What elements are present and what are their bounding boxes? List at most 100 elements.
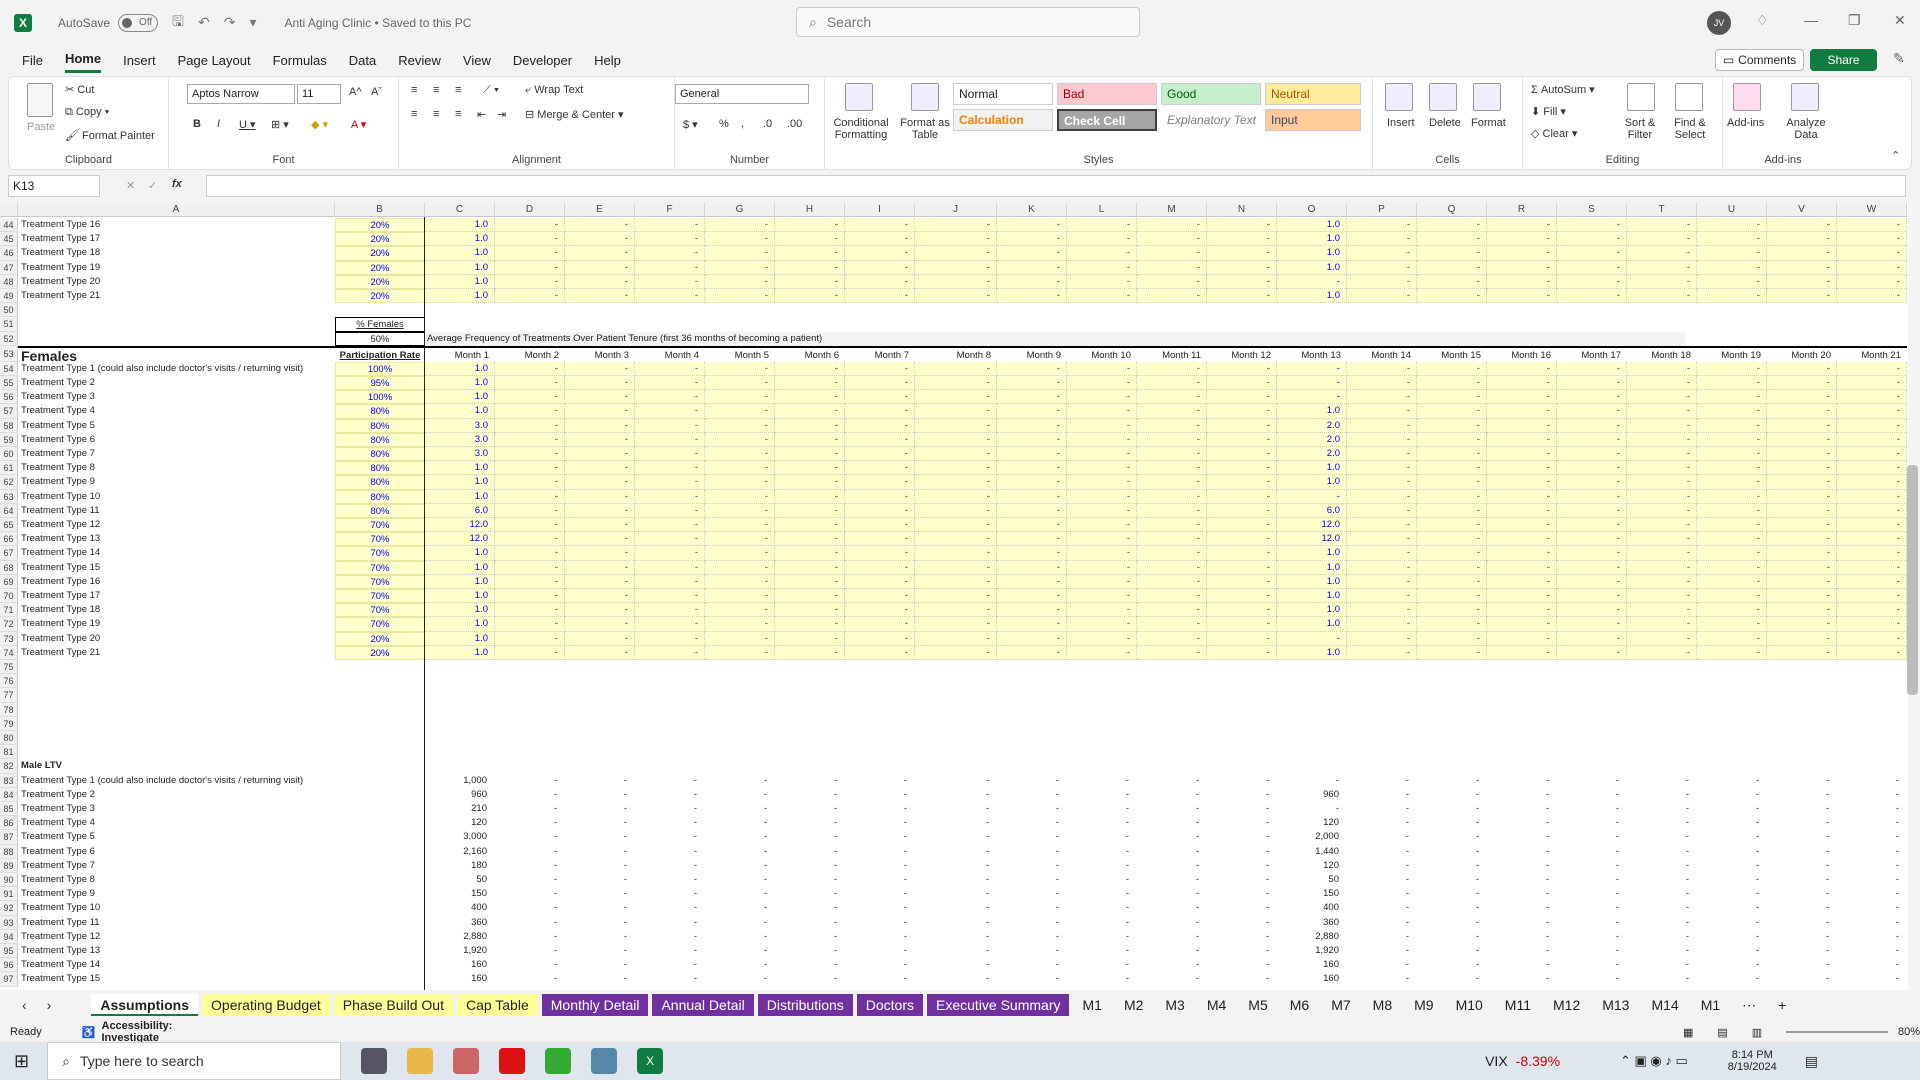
frequency-cell[interactable]: 1.0 — [425, 574, 495, 589]
frequency-cell[interactable]: - — [1067, 289, 1137, 304]
frequency-cell[interactable]: - — [915, 475, 997, 490]
ltv-cell[interactable]: - — [915, 944, 997, 958]
frequency-cell[interactable]: - — [997, 589, 1067, 604]
ltv-cell[interactable]: - — [1417, 887, 1487, 901]
frequency-cell[interactable]: - — [495, 418, 565, 433]
frequency-cell[interactable]: - — [705, 246, 775, 261]
frequency-cell[interactable]: - — [775, 361, 845, 376]
ltv-cell[interactable]: 160 — [425, 958, 495, 972]
column-header[interactable]: W — [1837, 203, 1907, 217]
frequency-cell[interactable]: - — [1417, 560, 1487, 575]
ltv-cell[interactable]: - — [1767, 930, 1837, 944]
treatment-name[interactable]: Treatment Type 2 — [18, 376, 335, 390]
ltv-cell[interactable]: - — [1767, 788, 1837, 802]
treatment-name[interactable]: Treatment Type 18 — [18, 603, 335, 617]
participation-rate[interactable]: 20% — [335, 289, 425, 304]
frequency-cell[interactable]: - — [775, 589, 845, 604]
treatment-name[interactable]: Treatment Type 13 — [18, 532, 335, 546]
frequency-cell[interactable]: - — [1347, 432, 1417, 447]
frequency-cell[interactable]: 1.0 — [425, 232, 495, 247]
frequency-cell[interactable]: - — [1557, 376, 1627, 391]
frequency-cell[interactable]: - — [1137, 560, 1207, 575]
frequency-cell[interactable]: - — [1067, 390, 1137, 405]
treatment-name[interactable]: Treatment Type 14 — [18, 958, 335, 972]
frequency-cell[interactable]: - — [1067, 361, 1137, 376]
row-header[interactable]: 60 — [0, 447, 18, 462]
frequency-cell[interactable]: - — [915, 617, 997, 632]
frequency-cell[interactable]: - — [997, 218, 1067, 233]
row-header[interactable]: 47 — [0, 260, 18, 275]
ltv-cell[interactable]: - — [1487, 845, 1557, 859]
frequency-cell[interactable]: - — [915, 589, 997, 604]
frequency-cell[interactable]: - — [495, 518, 565, 533]
frequency-cell[interactable]: - — [1487, 218, 1557, 233]
frequency-cell[interactable]: - — [1347, 560, 1417, 575]
participation-rate[interactable]: 20% — [335, 260, 425, 275]
frequency-cell[interactable]: - — [845, 432, 915, 447]
sort-filter-icon[interactable] — [1627, 83, 1655, 111]
ltv-cell[interactable]: - — [845, 816, 915, 830]
insert-function-icon[interactable]: fx — [172, 178, 182, 190]
sheet-tab[interactable]: M1 — [1692, 994, 1729, 1016]
sheet-tab[interactable]: M8 — [1364, 994, 1401, 1016]
frequency-cell[interactable]: - — [845, 631, 915, 646]
ltv-cell[interactable]: 120 — [425, 816, 495, 830]
ltv-cell[interactable]: - — [1837, 873, 1907, 887]
frequency-cell[interactable]: - — [1487, 546, 1557, 561]
ltv-cell[interactable]: - — [705, 930, 775, 944]
frequency-cell[interactable]: - — [1697, 475, 1767, 490]
frequency-cell[interactable]: 6.0 — [1277, 503, 1347, 518]
paste-icon[interactable] — [27, 83, 53, 117]
ltv-cell[interactable]: - — [845, 901, 915, 915]
frequency-cell[interactable]: 12.0 — [1277, 532, 1347, 547]
frequency-cell[interactable]: - — [635, 489, 705, 504]
align-left-icon[interactable]: ≡ — [411, 108, 417, 120]
clock[interactable]: 8:14 PM 8/19/2024 — [1728, 1049, 1777, 1073]
ltv-cell[interactable]: - — [845, 802, 915, 816]
ltv-cell[interactable]: 360 — [425, 916, 495, 930]
ltv-cell[interactable]: - — [1207, 788, 1277, 802]
frequency-cell[interactable]: - — [1137, 376, 1207, 391]
treatment-name[interactable]: Treatment Type 9 — [18, 475, 335, 489]
ltv-cell[interactable]: - — [495, 788, 565, 802]
frequency-cell[interactable]: - — [635, 432, 705, 447]
ltv-cell[interactable]: - — [1487, 944, 1557, 958]
ltv-cell[interactable]: 120 — [1277, 859, 1347, 873]
treatment-name[interactable]: Treatment Type 16 — [18, 575, 335, 589]
frequency-cell[interactable]: - — [1347, 574, 1417, 589]
align-middle-icon[interactable]: ≡ — [433, 84, 439, 96]
ltv-cell[interactable]: - — [1837, 930, 1907, 944]
frequency-cell[interactable]: - — [1557, 289, 1627, 304]
ltv-cell[interactable]: - — [705, 873, 775, 887]
frequency-cell[interactable]: - — [705, 574, 775, 589]
row-header[interactable]: 48 — [0, 274, 18, 289]
frequency-cell[interactable]: - — [1067, 574, 1137, 589]
column-header[interactable]: C — [425, 203, 495, 217]
frequency-cell[interactable]: - — [565, 404, 635, 419]
frequency-cell[interactable]: - — [997, 376, 1067, 391]
frequency-cell[interactable]: - — [1767, 432, 1837, 447]
frequency-cell[interactable]: - — [915, 574, 997, 589]
save-icon[interactable]: 🖫 — [172, 11, 184, 35]
participation-rate[interactable]: 70% — [335, 589, 425, 604]
frequency-cell[interactable]: - — [775, 376, 845, 391]
italic-icon[interactable]: I — [217, 118, 220, 130]
ltv-cell[interactable]: 150 — [1277, 887, 1347, 901]
ltv-cell[interactable]: - — [1137, 901, 1207, 915]
frequency-cell[interactable]: - — [1347, 546, 1417, 561]
frequency-cell[interactable]: - — [915, 218, 997, 233]
ltv-cell[interactable]: - — [635, 816, 705, 830]
frequency-cell[interactable]: - — [1697, 218, 1767, 233]
frequency-cell[interactable]: - — [997, 274, 1067, 289]
ltv-cell[interactable]: - — [1137, 958, 1207, 972]
row-header[interactable]: 65 — [0, 518, 18, 533]
ltv-cell[interactable]: - — [1137, 774, 1207, 788]
ltv-cell[interactable]: - — [1067, 972, 1137, 986]
frequency-cell[interactable]: - — [1417, 645, 1487, 660]
frequency-cell[interactable]: - — [1347, 289, 1417, 304]
frequency-cell[interactable]: - — [1347, 404, 1417, 419]
participation-rate[interactable]: 80% — [335, 503, 425, 518]
row-header[interactable]: 50 — [0, 303, 18, 318]
frequency-cell[interactable]: 1.0 — [1277, 475, 1347, 490]
participation-rate[interactable]: 70% — [335, 574, 425, 589]
